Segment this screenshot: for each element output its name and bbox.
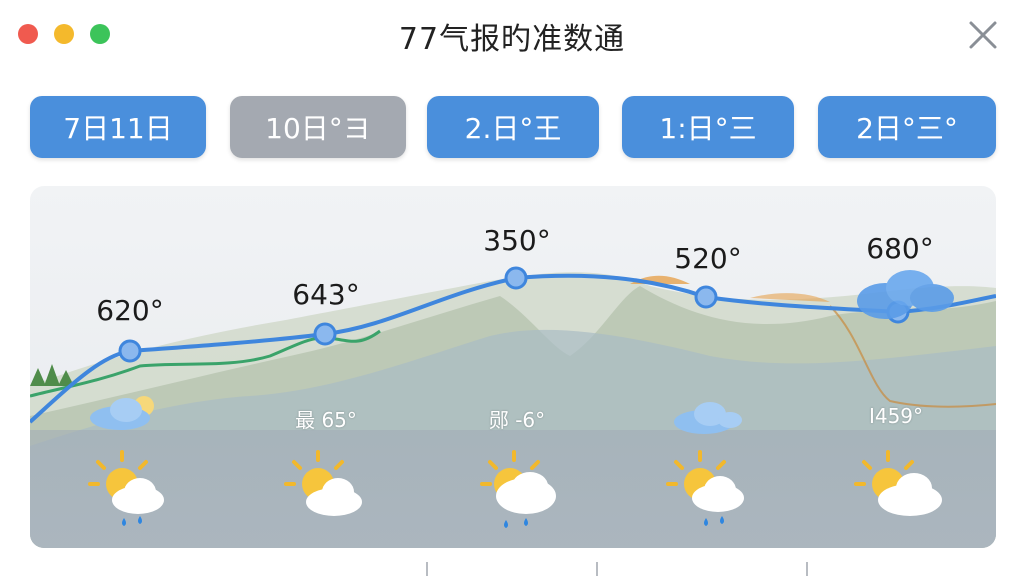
forecast-panel: 620° 643° 350° 520° 680° 最 65° 郧 -6° I45… xyxy=(30,186,996,548)
low-temp-day-3: 郧 -6° xyxy=(488,408,546,432)
tab-day-4[interactable]: 1:日°三 xyxy=(622,96,794,158)
high-temp-day-2: 643° xyxy=(292,278,360,311)
title-bar: 77气报旳准数通 xyxy=(0,0,1024,72)
close-icon[interactable] xyxy=(968,20,998,50)
high-temp-day-3: 350° xyxy=(483,224,551,257)
high-temp-day-5: 680° xyxy=(866,232,934,265)
high-temp-day-1: 620° xyxy=(96,294,164,327)
tab-day-2[interactable]: 10日°ヨ xyxy=(230,96,406,158)
cloud-small-icon xyxy=(674,402,742,434)
sun-cloud-rain-icon xyxy=(88,450,164,526)
low-temp-day-5: I459° xyxy=(868,404,924,428)
tab-day-1[interactable]: 7日11日 xyxy=(30,96,206,158)
sun-cloud-icon xyxy=(284,450,362,516)
tick-mark xyxy=(596,562,598,576)
tick-mark xyxy=(426,562,428,576)
timeline-ticks xyxy=(0,562,1024,576)
sun-cloud-icon xyxy=(854,450,942,516)
high-temp-day-4: 520° xyxy=(674,242,742,275)
window-title: 77气报旳准数通 xyxy=(398,22,626,57)
sun-cloud-rain-icon xyxy=(666,450,744,526)
low-temp-day-2: 最 65° xyxy=(295,408,357,432)
sun-cloud-rain-icon xyxy=(480,450,556,528)
tab-day-3[interactable]: 2.日°王 xyxy=(427,96,599,158)
tab-day-5[interactable]: 2日°三° xyxy=(818,96,996,158)
date-tabs: 7日11日 10日°ヨ 2.日°王 1:日°三 2日°三° xyxy=(30,96,996,160)
tick-mark xyxy=(806,562,808,576)
cloud-sun-small-icon xyxy=(90,396,154,430)
